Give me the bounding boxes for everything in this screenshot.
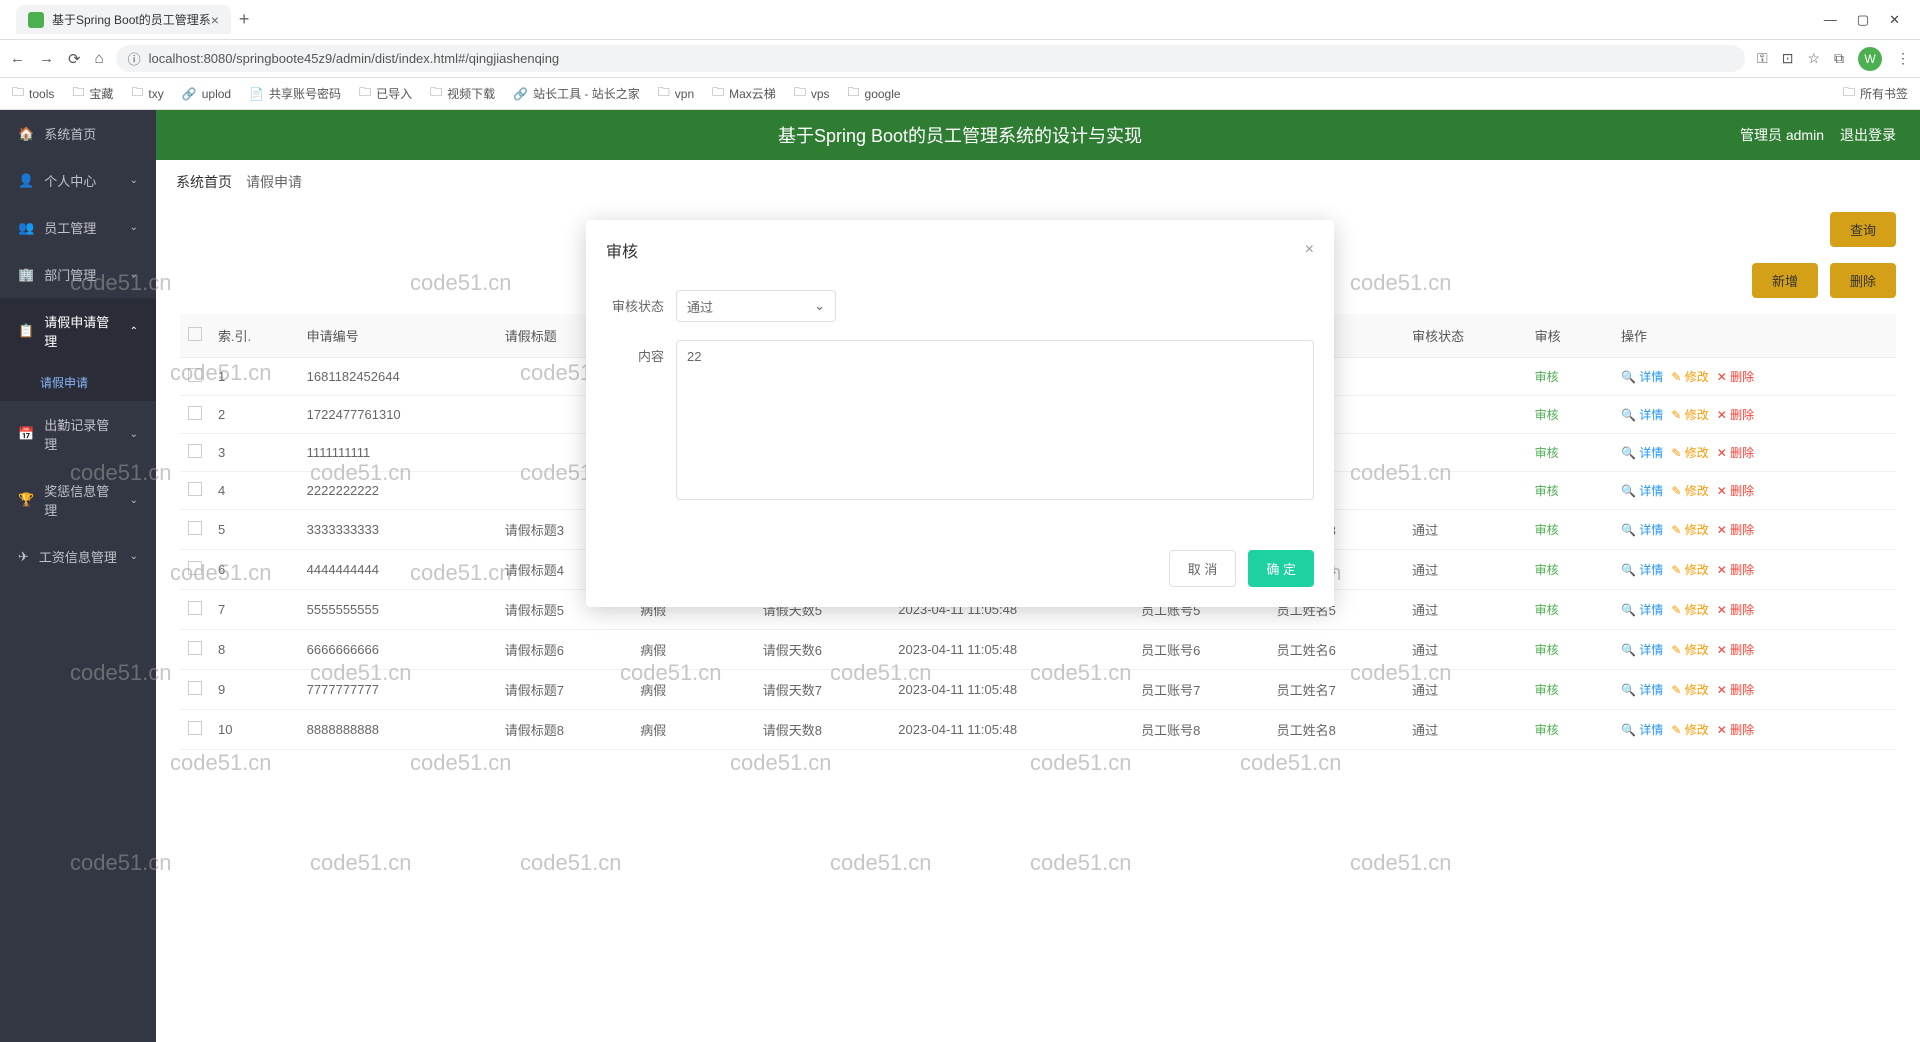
close-icon[interactable]: ✕ (1889, 12, 1900, 28)
folder-icon: 🗀 (712, 83, 724, 104)
tab-close-icon[interactable]: × (211, 12, 219, 28)
browser-tab[interactable]: 基于Spring Boot的员工管理系 × (16, 5, 231, 34)
url-bar[interactable]: ⓘ localhost:8080/springboote45z9/admin/d… (116, 45, 1745, 72)
window-controls: — ▢ ✕ (1824, 12, 1912, 28)
url-text: localhost:8080/springboote45z9/admin/dis… (149, 51, 560, 66)
back-icon[interactable]: ← (10, 50, 25, 68)
folder-icon: 🗀 (131, 83, 143, 104)
browser-toolbar: ← → ⟳ ⌂ ⓘ localhost:8080/springboote45z9… (0, 40, 1920, 78)
modal-mask: 审核 × 审核状态 通过 ⌄ 内容 22 (0, 110, 1920, 1042)
translate-icon[interactable]: ⊡ (1782, 50, 1794, 67)
favicon (28, 12, 44, 28)
modal-title: 审核 (606, 238, 638, 262)
link-icon: 🔗 (513, 87, 528, 101)
browser-titlebar: 基于Spring Boot的员工管理系 × + — ▢ ✕ (0, 0, 1920, 40)
doc-icon: 📄 (249, 87, 264, 101)
folder-icon: 🗀 (12, 83, 24, 104)
bookmark-item[interactable]: 🗀视频下载 (430, 83, 495, 104)
status-label: 审核状态 (606, 290, 676, 315)
bookmark-item[interactable]: 🗀宝藏 (72, 83, 113, 104)
folder-icon: 🗀 (848, 83, 860, 104)
bookmark-item[interactable]: 📄共享账号密码 (249, 85, 341, 102)
ok-button[interactable]: 确 定 (1248, 550, 1314, 587)
forward-icon[interactable]: → (39, 50, 54, 68)
new-tab-button[interactable]: + (239, 9, 250, 30)
folder-icon: 🗀 (1843, 83, 1855, 104)
content-textarea[interactable]: 22 (676, 340, 1314, 500)
cancel-button[interactable]: 取 消 (1169, 550, 1237, 587)
maximize-icon[interactable]: ▢ (1857, 12, 1869, 28)
star-icon[interactable]: ☆ (1807, 50, 1820, 67)
info-icon: ⓘ (128, 49, 141, 68)
folder-icon: 🗀 (794, 83, 806, 104)
bookmarks-bar: 🗀tools 🗀宝藏 🗀txy 🔗uplod 📄共享账号密码 🗀已导入 🗀视频下… (0, 78, 1920, 110)
tab-title: 基于Spring Boot的员工管理系 (52, 11, 211, 28)
bookmark-item[interactable]: 🗀tools (12, 83, 54, 104)
status-select[interactable]: 通过 ⌄ (676, 290, 836, 322)
folder-icon: 🗀 (72, 83, 84, 104)
reload-icon[interactable]: ⟳ (68, 50, 81, 68)
content-label: 内容 (606, 340, 676, 365)
menu-icon[interactable]: ⋮ (1896, 50, 1910, 67)
avatar[interactable]: W (1858, 47, 1882, 71)
folder-icon: 🗀 (359, 83, 371, 104)
bookmark-item[interactable]: 🗀vpn (658, 83, 694, 104)
all-bookmarks[interactable]: 🗀所有书签 (1843, 83, 1908, 104)
bookmark-item[interactable]: 🗀google (848, 83, 901, 104)
bookmark-item[interactable]: 🗀txy (131, 83, 163, 104)
bookmark-item[interactable]: 🗀vps (794, 83, 830, 104)
extensions-icon[interactable]: ⧉ (1834, 50, 1844, 67)
key-icon[interactable]: ⚿ (1757, 50, 1768, 67)
minimize-icon[interactable]: — (1824, 12, 1837, 28)
bookmark-item[interactable]: 🗀已导入 (359, 83, 412, 104)
bookmark-item[interactable]: 🔗uplod (182, 87, 231, 101)
review-modal: 审核 × 审核状态 通过 ⌄ 内容 22 (586, 220, 1334, 607)
bookmark-item[interactable]: 🔗站长工具 - 站长之家 (513, 85, 640, 102)
chevron-down-icon: ⌄ (814, 298, 825, 314)
folder-icon: 🗀 (658, 83, 670, 104)
folder-icon: 🗀 (430, 83, 442, 104)
bookmark-item[interactable]: 🗀Max云梯 (712, 83, 776, 104)
link-icon: 🔗 (182, 87, 197, 101)
home-icon[interactable]: ⌂ (95, 50, 104, 68)
modal-close-icon[interactable]: × (1305, 241, 1314, 259)
